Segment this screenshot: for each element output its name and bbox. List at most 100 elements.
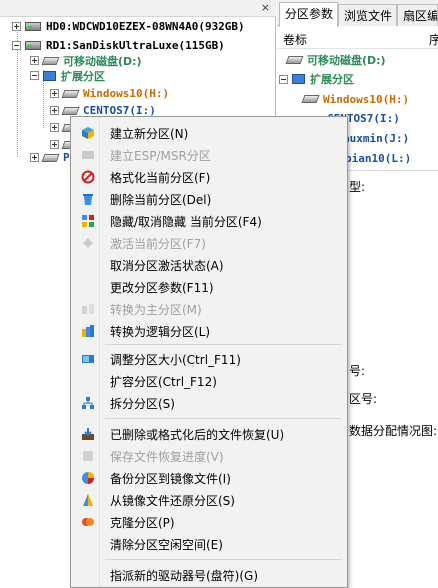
menu-item-delete[interactable]: 删除当前分区(Del) [71, 188, 347, 210]
expand-icon[interactable] [30, 153, 39, 162]
sector-number-label: 区号: [349, 392, 378, 406]
menu-item-save-recovery-progress[interactable]: 保存文件恢复进度(V) [71, 445, 347, 467]
menu-item-label: 已删除或格式化后的文件恢复(U) [110, 428, 285, 442]
activate-icon [83, 238, 93, 248]
column-header-volume-label[interactable]: 卷标 [283, 31, 307, 48]
partition-icon [41, 56, 60, 65]
tree-node-label: P [63, 151, 70, 164]
menu-item-label: 清除分区空闲空间(E) [110, 538, 223, 552]
menu-item-hide-unhide[interactable]: 隐藏/取消隐藏 当前分区(F4) [71, 210, 347, 232]
menu-separator [105, 344, 341, 345]
expand-icon[interactable] [12, 22, 21, 31]
menu-item-convert-primary[interactable]: 转换为主分区(M) [71, 298, 347, 320]
disk-icon [25, 41, 41, 50]
expand-icon[interactable] [50, 123, 59, 132]
menu-item-split[interactable]: 拆分分区(S) [71, 392, 347, 414]
tree-node-label: 扩展分区 [61, 69, 105, 83]
esp-msr-icon [82, 151, 94, 159]
resize-icon [82, 355, 94, 363]
menu-item-wipe-free-space[interactable]: 清除分区空闲空间(E) [71, 533, 347, 555]
menu-separator [105, 418, 341, 419]
menu-item-backup-image[interactable]: 备份分区到镜像文件(I) [71, 467, 347, 489]
menu-item-assign-drive-letter[interactable]: 指派新的驱动器号(盘符)(G) [71, 564, 347, 586]
menu-item-label: 格式化当前分区(F) [110, 171, 211, 185]
menu-item-label: 激活当前分区(F7) [110, 237, 206, 251]
save-progress-icon [83, 451, 93, 461]
menu-item-label: 备份分区到镜像文件(I) [110, 472, 231, 486]
trash-icon [83, 194, 93, 205]
list-item[interactable]: bian10(L:) [345, 148, 411, 168]
list-item-label: auxmin(J:) [343, 131, 410, 145]
close-icon[interactable]: × [261, 1, 270, 14]
tree-disk-hd0[interactable]: HD0:WDCWD10EZEX-08WN4A0(932GB) [12, 17, 245, 36]
tree-node-extended[interactable]: 扩展分区 [30, 66, 105, 85]
clone-icon [82, 518, 94, 526]
menu-item-label: 调整分区大小(Ctrl_F11) [110, 353, 241, 367]
menu-item-label: 克隆分区(P) [110, 516, 175, 530]
number-label: 号: [349, 364, 366, 378]
convert-logical-icon [82, 325, 94, 337]
split-icon [82, 397, 94, 409]
menu-item-label: 建立新分区(N) [110, 127, 189, 141]
menu-item-resize[interactable]: 调整分区大小(Ctrl_F11) [71, 348, 347, 370]
menu-item-create-esp-msr[interactable]: 建立ESP/MSR分区 [71, 144, 347, 166]
menu-item-change-params[interactable]: 更改分区参数(F11) [71, 276, 347, 298]
menu-separator [105, 559, 341, 560]
disk-icon [25, 22, 41, 31]
menu-item-label: 指派新的驱动器号(盘符)(G) [110, 569, 259, 583]
menu-item-label: 隐藏/取消隐藏 当前分区(F4) [110, 215, 262, 229]
list-item-label: 可移动磁盘(D:) [307, 54, 386, 67]
partition-context-menu: 建立新分区(N) 建立ESP/MSR分区 格式化当前分区(F) 删除当前分区(D… [70, 116, 348, 588]
tab-sector-edit[interactable]: 扇区编 [397, 4, 438, 26]
partition-icon [61, 106, 80, 115]
menu-item-label: 从镜像文件还原分区(S) [110, 494, 235, 508]
collapse-icon[interactable] [12, 41, 21, 50]
restore-icon [83, 494, 93, 506]
tab-partition-params[interactable]: 分区参数 [279, 2, 338, 27]
partition-icon [301, 95, 320, 103]
partition-icon [61, 89, 80, 98]
menu-item-restore-image[interactable]: 从镜像文件还原分区(S) [71, 489, 347, 511]
backup-icon [82, 472, 94, 484]
type-label: 型: [349, 180, 366, 194]
menu-item-label: 保存文件恢复进度(V) [110, 450, 224, 464]
list-item-label: Windows10(H:) [323, 92, 410, 106]
list-item[interactable]: 扩展分区 [279, 69, 354, 89]
menu-item-clone[interactable]: 克隆分区(P) [71, 511, 347, 533]
list-item[interactable]: 可移动磁盘(D:) [285, 50, 386, 70]
partition-icon [41, 153, 60, 162]
extended-partition-icon [43, 70, 56, 81]
menu-item-expand-partition[interactable]: 扩容分区(Ctrl_F12) [71, 370, 347, 392]
data-allocation-map-label: 数据分配情况图: [349, 424, 438, 438]
tree-node-label: Windows10(H:) [83, 87, 170, 100]
list-item[interactable]: auxmin(J:) [343, 128, 409, 148]
menu-item-convert-logical[interactable]: 转换为逻辑分区(L) [71, 320, 347, 342]
menu-item-cancel-active[interactable]: 取消分区激活状态(A) [71, 254, 347, 276]
menu-item-label: 扩容分区(Ctrl_F12) [110, 375, 217, 389]
menu-item-activate[interactable]: 激活当前分区(F7) [71, 232, 347, 254]
column-header-index[interactable]: 序 [429, 31, 438, 48]
format-icon [81, 170, 95, 184]
column-header: 卷标 序 [277, 27, 438, 49]
menu-item-label: 转换为主分区(M) [110, 303, 202, 317]
extended-partition-icon [292, 74, 305, 84]
menu-item-format[interactable]: 格式化当前分区(F) [71, 166, 347, 188]
hide-icon [82, 215, 94, 227]
convert-primary-icon [82, 304, 94, 314]
menu-item-label: 更改分区参数(F11) [110, 281, 214, 295]
tree-node-p[interactable]: P [30, 148, 70, 167]
list-item[interactable]: Windows10(H:) [301, 89, 410, 109]
collapse-icon[interactable] [30, 71, 39, 80]
expand-icon[interactable] [50, 106, 59, 115]
tab-browse-files[interactable]: 浏览文件 [338, 4, 397, 26]
expand-icon[interactable] [30, 56, 39, 65]
partition-icon [285, 56, 304, 64]
new-partition-icon [82, 127, 94, 139]
tree-disk-label: HD0:WDCWD10EZEX-08WN4A0(932GB) [46, 20, 245, 33]
menu-item-new-partition[interactable]: 建立新分区(N) [71, 122, 347, 144]
menu-item-label: 建立ESP/MSR分区 [110, 149, 211, 163]
collapse-icon[interactable] [279, 74, 288, 84]
menu-item-file-recovery[interactable]: 已删除或格式化后的文件恢复(U) [71, 423, 347, 445]
expand-icon[interactable] [50, 89, 59, 98]
list-item-label: bian10(L:) [345, 151, 412, 165]
